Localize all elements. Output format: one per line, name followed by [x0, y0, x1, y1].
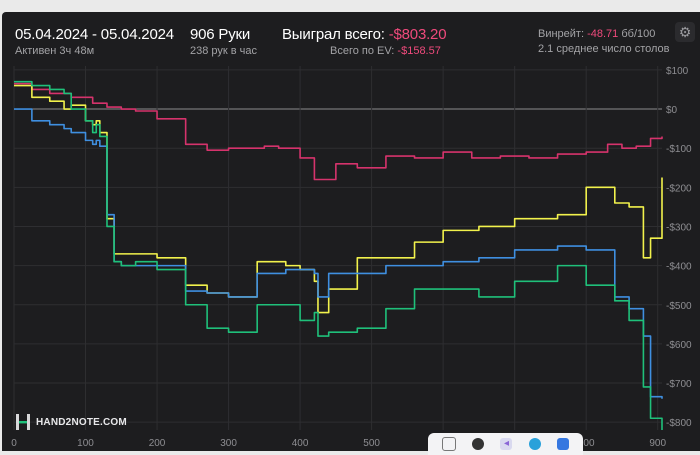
x-tick-label: 200: [149, 438, 166, 449]
x-tick-label: 900: [649, 438, 666, 449]
logo-mark-icon: [16, 414, 30, 430]
y-tick-label: -$800: [666, 418, 692, 429]
y-tick-label: -$400: [666, 262, 692, 273]
taskbar: ◂: [428, 433, 583, 455]
y-tick-label: -$600: [666, 340, 692, 351]
series-line-yellow: [14, 84, 663, 314]
series-line-green: [14, 80, 663, 430]
logo-text: HAND2NOTE.COM: [36, 416, 127, 428]
chart-svg: $100 $0 -$100 -$200 -$300 -$400 -$500 -$600 -$70…: [11, 66, 692, 449]
x-tick-label: 400: [292, 438, 309, 449]
series-line-blue: [14, 108, 663, 399]
y-tick-label: -$300: [666, 222, 692, 233]
y-tick-label: $0: [666, 105, 678, 116]
vpn-icon[interactable]: ◂: [500, 438, 513, 450]
x-tick-label: 300: [220, 438, 237, 449]
telegram-icon[interactable]: [528, 438, 541, 450]
y-tick-label: -$200: [666, 183, 692, 194]
y-tick-label: -$100: [666, 144, 692, 155]
y-tick-label: $100: [666, 66, 689, 77]
app-icon[interactable]: [556, 438, 569, 450]
x-tick-label: 100: [77, 438, 94, 449]
x-tick-label: 0: [11, 438, 17, 449]
file-icon[interactable]: [442, 437, 457, 451]
hand2note-logo: HAND2NOTE.COM: [16, 414, 127, 430]
x-tick-label: 500: [363, 438, 380, 449]
chrome-icon[interactable]: [472, 438, 485, 450]
y-tick-label: -$700: [666, 379, 692, 390]
series-line-pink: [14, 82, 663, 181]
y-tick-label: -$500: [666, 301, 692, 312]
